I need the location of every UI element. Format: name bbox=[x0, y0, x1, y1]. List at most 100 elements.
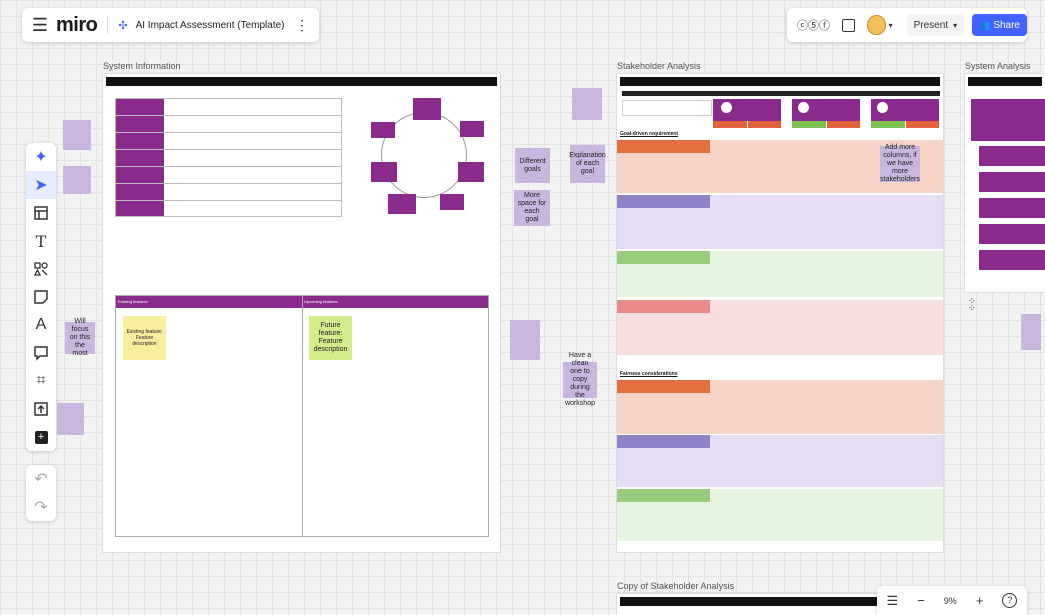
analysis-card bbox=[979, 250, 1045, 270]
status-tag bbox=[713, 121, 747, 128]
more-options-icon[interactable]: ⋮ bbox=[295, 17, 309, 34]
select-tool-icon[interactable]: ➤ bbox=[26, 171, 56, 199]
diagram-node bbox=[413, 98, 441, 120]
diagram-node bbox=[460, 121, 484, 137]
board-title[interactable]: AI Impact Assessment (Template) bbox=[136, 20, 285, 31]
redo-icon[interactable]: ↷ bbox=[26, 493, 56, 521]
fairness-label: Fairness considerations bbox=[620, 371, 678, 377]
explanation-goal-sticky[interactable]: Explanation of each goal bbox=[569, 145, 606, 183]
templates-icon[interactable] bbox=[26, 199, 56, 227]
more-space-sticky[interactable]: More space for each goal bbox=[514, 190, 550, 226]
ai-sparkle-icon[interactable]: ✦ bbox=[26, 143, 56, 171]
pen-icon[interactable]: A bbox=[26, 311, 56, 339]
collaboration-bar: ⓒ⑤ⓕ ▾ Present ▾ 👥 Share bbox=[787, 8, 1027, 42]
stakeholder-table-header bbox=[622, 91, 940, 96]
fairness-row bbox=[617, 380, 943, 434]
existing-features-header: Existing features bbox=[118, 299, 148, 304]
share-icon: 👥 bbox=[979, 19, 991, 30]
analysis-card bbox=[979, 224, 1045, 244]
reactions-icon[interactable]: ⓒ⑤ⓕ bbox=[797, 17, 830, 33]
stakeholder-analysis-title: Stakeholder Analysis bbox=[617, 61, 701, 71]
board-header: ☰ miro ✣ AI Impact Assessment (Template)… bbox=[22, 8, 319, 42]
present-button[interactable]: Present ▾ bbox=[906, 14, 965, 36]
system-analysis-title: System Analysis bbox=[965, 61, 1031, 71]
sticky-note[interactable] bbox=[57, 403, 84, 435]
analysis-card bbox=[971, 99, 1045, 141]
future-feature-sticky[interactable]: Future feature: Feature description bbox=[309, 316, 352, 360]
analysis-card bbox=[979, 198, 1045, 218]
zoom-out-icon[interactable]: − bbox=[917, 593, 925, 608]
system-information-frame[interactable]: Existing features Upcoming features Exis… bbox=[103, 74, 500, 552]
avatar bbox=[877, 102, 888, 113]
frame-banner bbox=[620, 77, 940, 86]
status-tag bbox=[827, 121, 860, 128]
comment-icon[interactable] bbox=[26, 339, 56, 367]
diagram-node bbox=[458, 162, 484, 182]
features-table: Existing features Upcoming features Exis… bbox=[115, 295, 489, 537]
goal-row bbox=[617, 251, 943, 297]
status-tag bbox=[748, 121, 781, 128]
upload-icon[interactable] bbox=[26, 395, 56, 423]
status-tag bbox=[792, 121, 826, 128]
list-icon[interactable]: ☰ bbox=[887, 593, 899, 609]
system-analysis-frame[interactable] bbox=[965, 74, 1045, 292]
sticky-note[interactable] bbox=[510, 320, 540, 360]
avatar bbox=[721, 102, 732, 113]
stakeholder-analysis-frame[interactable]: Goal-driven requirement Fairness conside… bbox=[617, 74, 943, 552]
diagram-node bbox=[371, 122, 395, 138]
chevron-down-icon: ▾ bbox=[953, 20, 958, 30]
frame-icon[interactable]: ⌗ bbox=[26, 367, 56, 395]
creation-toolbar: ✦ ➤ T A ⌗ + bbox=[26, 143, 56, 451]
shapes-icon[interactable] bbox=[26, 255, 56, 283]
stakeholder-input-field[interactable] bbox=[622, 100, 712, 116]
miro-logo[interactable]: miro bbox=[56, 14, 98, 37]
analysis-card bbox=[979, 172, 1045, 192]
avatar[interactable] bbox=[867, 15, 886, 35]
avatar bbox=[798, 102, 809, 113]
present-label: Present bbox=[913, 19, 949, 31]
status-tag bbox=[906, 121, 939, 128]
board-icon: ✣ bbox=[118, 19, 128, 32]
divider bbox=[107, 16, 109, 34]
sticky-note[interactable] bbox=[572, 88, 602, 120]
share-button[interactable]: 👥 Share bbox=[972, 14, 1027, 36]
diagram-node bbox=[371, 162, 397, 182]
frame-banner bbox=[106, 77, 497, 86]
fairness-row bbox=[617, 435, 943, 487]
comment-icon[interactable] bbox=[842, 18, 856, 32]
diagram-node bbox=[388, 194, 416, 214]
upcoming-features-header: Upcoming features bbox=[304, 299, 338, 304]
help-icon[interactable]: ? bbox=[1002, 593, 1018, 608]
different-goals-sticky[interactable]: Different goals bbox=[515, 148, 550, 183]
fairness-row bbox=[617, 489, 943, 541]
chevron-down-icon[interactable]: ▾ bbox=[889, 21, 893, 30]
diagram-node bbox=[440, 194, 464, 210]
more-apps-icon[interactable]: + bbox=[26, 423, 56, 451]
copy-stakeholder-title: Copy of Stakeholder Analysis bbox=[617, 581, 735, 591]
sticky-note[interactable] bbox=[63, 166, 91, 194]
existing-feature-sticky[interactable]: Existing feature: Feature description bbox=[123, 316, 166, 360]
sticky-note[interactable] bbox=[63, 120, 91, 150]
text-tool-icon[interactable]: T bbox=[26, 227, 56, 255]
zoom-level[interactable]: 9% bbox=[944, 596, 957, 606]
status-tag bbox=[871, 121, 905, 128]
goal-row bbox=[617, 195, 943, 249]
system-information-title: System Information bbox=[103, 61, 181, 71]
goal-row bbox=[617, 300, 943, 355]
add-more-columns-sticky[interactable]: Add more columns, if we have more stakeh… bbox=[880, 144, 920, 183]
info-table bbox=[115, 98, 342, 217]
undo-redo-bar: ↶ ↷ bbox=[26, 465, 56, 521]
zoom-in-icon[interactable]: + bbox=[976, 593, 984, 608]
zoom-controls: ☰ − 9% + ? bbox=[877, 586, 1027, 615]
analysis-card bbox=[979, 146, 1045, 166]
sticky-note-icon[interactable] bbox=[26, 283, 56, 311]
menu-icon[interactable]: ☰ bbox=[26, 15, 54, 36]
frame-banner bbox=[968, 77, 1042, 86]
have-clean-one-sticky[interactable]: Have a clean one to copy during the work… bbox=[563, 352, 597, 407]
undo-icon[interactable]: ↶ bbox=[26, 465, 56, 493]
goal-driven-label: Goal-driven requirement bbox=[620, 131, 679, 137]
share-label: Share bbox=[993, 19, 1020, 31]
will-focus-sticky[interactable]: Will focus on this the most bbox=[65, 318, 95, 357]
dot-cluster: ⁘ ⁘ bbox=[968, 296, 976, 313]
sticky-note[interactable] bbox=[1021, 314, 1041, 350]
